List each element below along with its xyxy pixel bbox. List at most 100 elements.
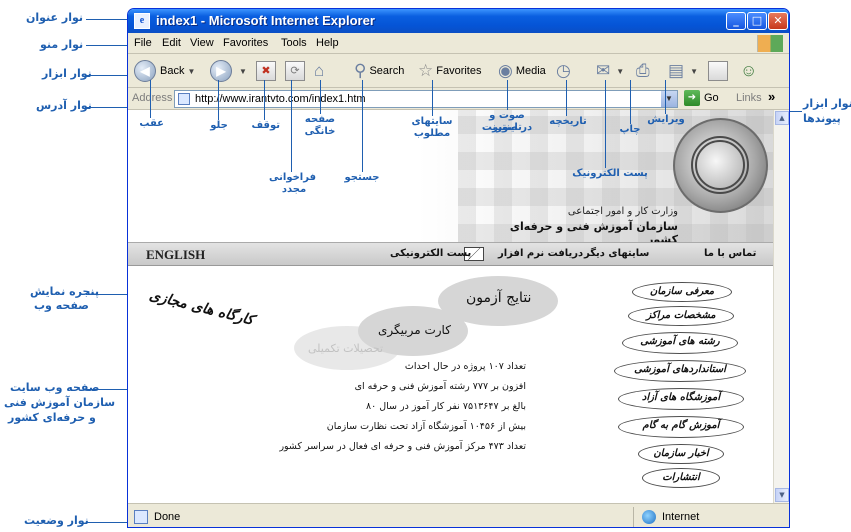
- annotation-web-window-line2: صفحه وب: [34, 299, 89, 312]
- site-logo-ring: [691, 136, 749, 194]
- home-icon: ⌂: [314, 61, 325, 80]
- refresh-button[interactable]: ⟳: [285, 60, 305, 82]
- ie-logo-icon: e: [134, 13, 150, 29]
- menu-oval-standards[interactable]: استانداردهای آموزشی: [614, 360, 746, 382]
- web-page-content: وزارت کار و امور اجتماعی سازمان آموزش فن…: [128, 110, 773, 503]
- menu-tools[interactable]: Tools: [281, 37, 307, 49]
- go-arrow-icon: ➜: [684, 90, 700, 106]
- address-dropdown-icon[interactable]: ▼: [661, 91, 677, 107]
- menu-oval-centers[interactable]: مشخصات مراکز: [628, 306, 734, 326]
- favorites-label: Favorites: [436, 65, 482, 77]
- menu-oval-fields[interactable]: رشته های آموزشی: [622, 332, 738, 354]
- menu-oval-publications[interactable]: انتشارات: [642, 468, 720, 488]
- annotation-web-window-line1: پنجره نمایش: [30, 285, 100, 298]
- edit-icon: ▤: [668, 61, 685, 80]
- cloud-exam-label[interactable]: نتایج آزمون: [466, 290, 531, 306]
- pointer-forward: [218, 80, 219, 120]
- nav-email[interactable]: پست الکترونیکی: [390, 248, 471, 259]
- scroll-down-icon[interactable]: ▼: [775, 488, 789, 502]
- label-edit: ویرایش: [647, 114, 685, 125]
- cloud-faint-label[interactable]: تحصیلات تکمیلی: [308, 342, 383, 355]
- label-print: چاپ: [619, 124, 641, 135]
- window-title: index1 - Microsoft Internet Explorer: [156, 13, 375, 28]
- pointer-history: [566, 80, 567, 116]
- menu-oval-about[interactable]: معرفی سازمان: [632, 282, 732, 302]
- scroll-up-icon[interactable]: ▲: [775, 111, 789, 125]
- menu-oval-step-by-step[interactable]: آموزش گام به گام: [618, 416, 744, 438]
- menu-oval-institutes[interactable]: آموزشگاه های آزاد: [618, 388, 744, 410]
- page-icon: [178, 93, 190, 105]
- title-bar[interactable]: e index1 - Microsoft Internet Explorer _…: [128, 9, 789, 33]
- vertical-scrollbar[interactable]: ▲ ▼: [773, 110, 789, 503]
- menu-favorites[interactable]: Favorites: [223, 37, 268, 49]
- favorites-star-icon: ☆: [418, 61, 434, 80]
- nav-download[interactable]: دریافت نرم افزار: [498, 248, 583, 259]
- mail-button[interactable]: ✉ ▼: [596, 60, 624, 82]
- annotation-toolbar: نوار ابزار: [42, 67, 92, 80]
- home-button[interactable]: ⌂: [314, 60, 327, 82]
- forward-button[interactable]: ▶ ▼: [210, 60, 247, 82]
- cloud-card-label[interactable]: کارت مربیگری: [378, 323, 451, 337]
- news-line-4: بیش از ۱۰۴۵۶ آموزشگاه آزاد تحت نظارت ساز…: [326, 421, 526, 432]
- print-button[interactable]: ⎙: [636, 60, 653, 82]
- annotation-menu-bar-line: [86, 45, 130, 46]
- edit-dropdown-icon[interactable]: ▼: [690, 67, 698, 76]
- news-line-2: افزون بر ۷۷۷ رشته آموزش فنی و حرفه ای: [354, 381, 526, 392]
- menu-help[interactable]: Help: [316, 37, 339, 49]
- label-home-line1: صفحه: [304, 114, 336, 125]
- mail-dropdown-icon[interactable]: ▼: [616, 67, 624, 76]
- annotation-website-line1: صفحه وب سایت: [10, 381, 100, 394]
- search-button[interactable]: ⚲ Search: [354, 60, 404, 82]
- stop-button[interactable]: ✖: [256, 60, 276, 82]
- edit-button[interactable]: ▤ ▼: [668, 60, 698, 82]
- discuss-icon: [708, 61, 728, 81]
- address-input[interactable]: http://www.irantvto.com/index1.htm ▼: [174, 90, 678, 108]
- favorites-button[interactable]: ☆ Favorites: [418, 60, 482, 82]
- print-icon: ⎙: [636, 61, 650, 80]
- messenger-button[interactable]: ☺: [740, 60, 760, 82]
- go-button[interactable]: ➜ Go: [684, 90, 719, 106]
- menu-file[interactable]: File: [134, 37, 152, 49]
- menu-view[interactable]: View: [190, 37, 214, 49]
- label-media-line2: در اینترنت: [481, 122, 533, 133]
- search-icon: ⚲: [354, 61, 367, 80]
- label-forward: جلو: [210, 120, 228, 131]
- pointer-favorites: [432, 80, 433, 116]
- label-back: عقب: [139, 118, 164, 129]
- pointer-print: [630, 80, 631, 124]
- menu-oval-news[interactable]: اخبار سازمان: [638, 444, 724, 464]
- label-refresh-line1: فراخوانی: [269, 172, 316, 183]
- menu-edit[interactable]: Edit: [162, 37, 181, 49]
- media-icon: ◉: [498, 61, 513, 80]
- history-button[interactable]: ◷: [556, 60, 574, 82]
- media-button[interactable]: ◉ Media: [498, 60, 546, 82]
- close-button[interactable]: ✕: [768, 12, 788, 30]
- zone-label: Internet: [662, 511, 700, 523]
- nav-english[interactable]: ENGLISH: [146, 247, 205, 263]
- pointer-refresh: [291, 80, 292, 172]
- back-button[interactable]: ◀ Back ▼: [134, 60, 195, 82]
- org-ministry: وزارت کار و امور اجتماعی: [567, 206, 678, 217]
- news-line-5: تعداد ۴۷۳ مرکز آموزش فنی و حرفه ای فعال …: [279, 441, 526, 452]
- annotation-menu-bar: نوار منو: [40, 38, 84, 51]
- pointer-mail: [605, 80, 606, 168]
- discuss-button[interactable]: [708, 60, 728, 82]
- address-value: http://www.irantvto.com/index1.htm: [195, 93, 366, 105]
- address-label: Address: [132, 92, 173, 104]
- security-zone: Internet: [633, 507, 788, 527]
- virtual-workshops-title: کارگاه های مجازی: [147, 287, 256, 329]
- nav-contact[interactable]: تماس با ما: [704, 248, 756, 259]
- messenger-icon: ☺: [740, 61, 758, 80]
- links-chevron-icon[interactable]: »: [768, 89, 775, 104]
- nav-other-sites[interactable]: سایتهای دیگر: [584, 248, 649, 259]
- maximize-button[interactable]: □: [747, 12, 767, 30]
- minimize-button[interactable]: _: [726, 12, 746, 30]
- links-label[interactable]: Links: [736, 92, 762, 104]
- back-dropdown-icon[interactable]: ▼: [187, 67, 195, 76]
- mail-icon: ✉: [596, 61, 611, 80]
- browser-window: e index1 - Microsoft Internet Explorer _…: [127, 8, 790, 528]
- forward-dropdown-icon[interactable]: ▼: [239, 67, 247, 76]
- internet-globe-icon: [642, 510, 656, 524]
- pointer-back: [150, 80, 151, 118]
- annotation-links-bar-line1: نوار ابزار: [803, 97, 851, 110]
